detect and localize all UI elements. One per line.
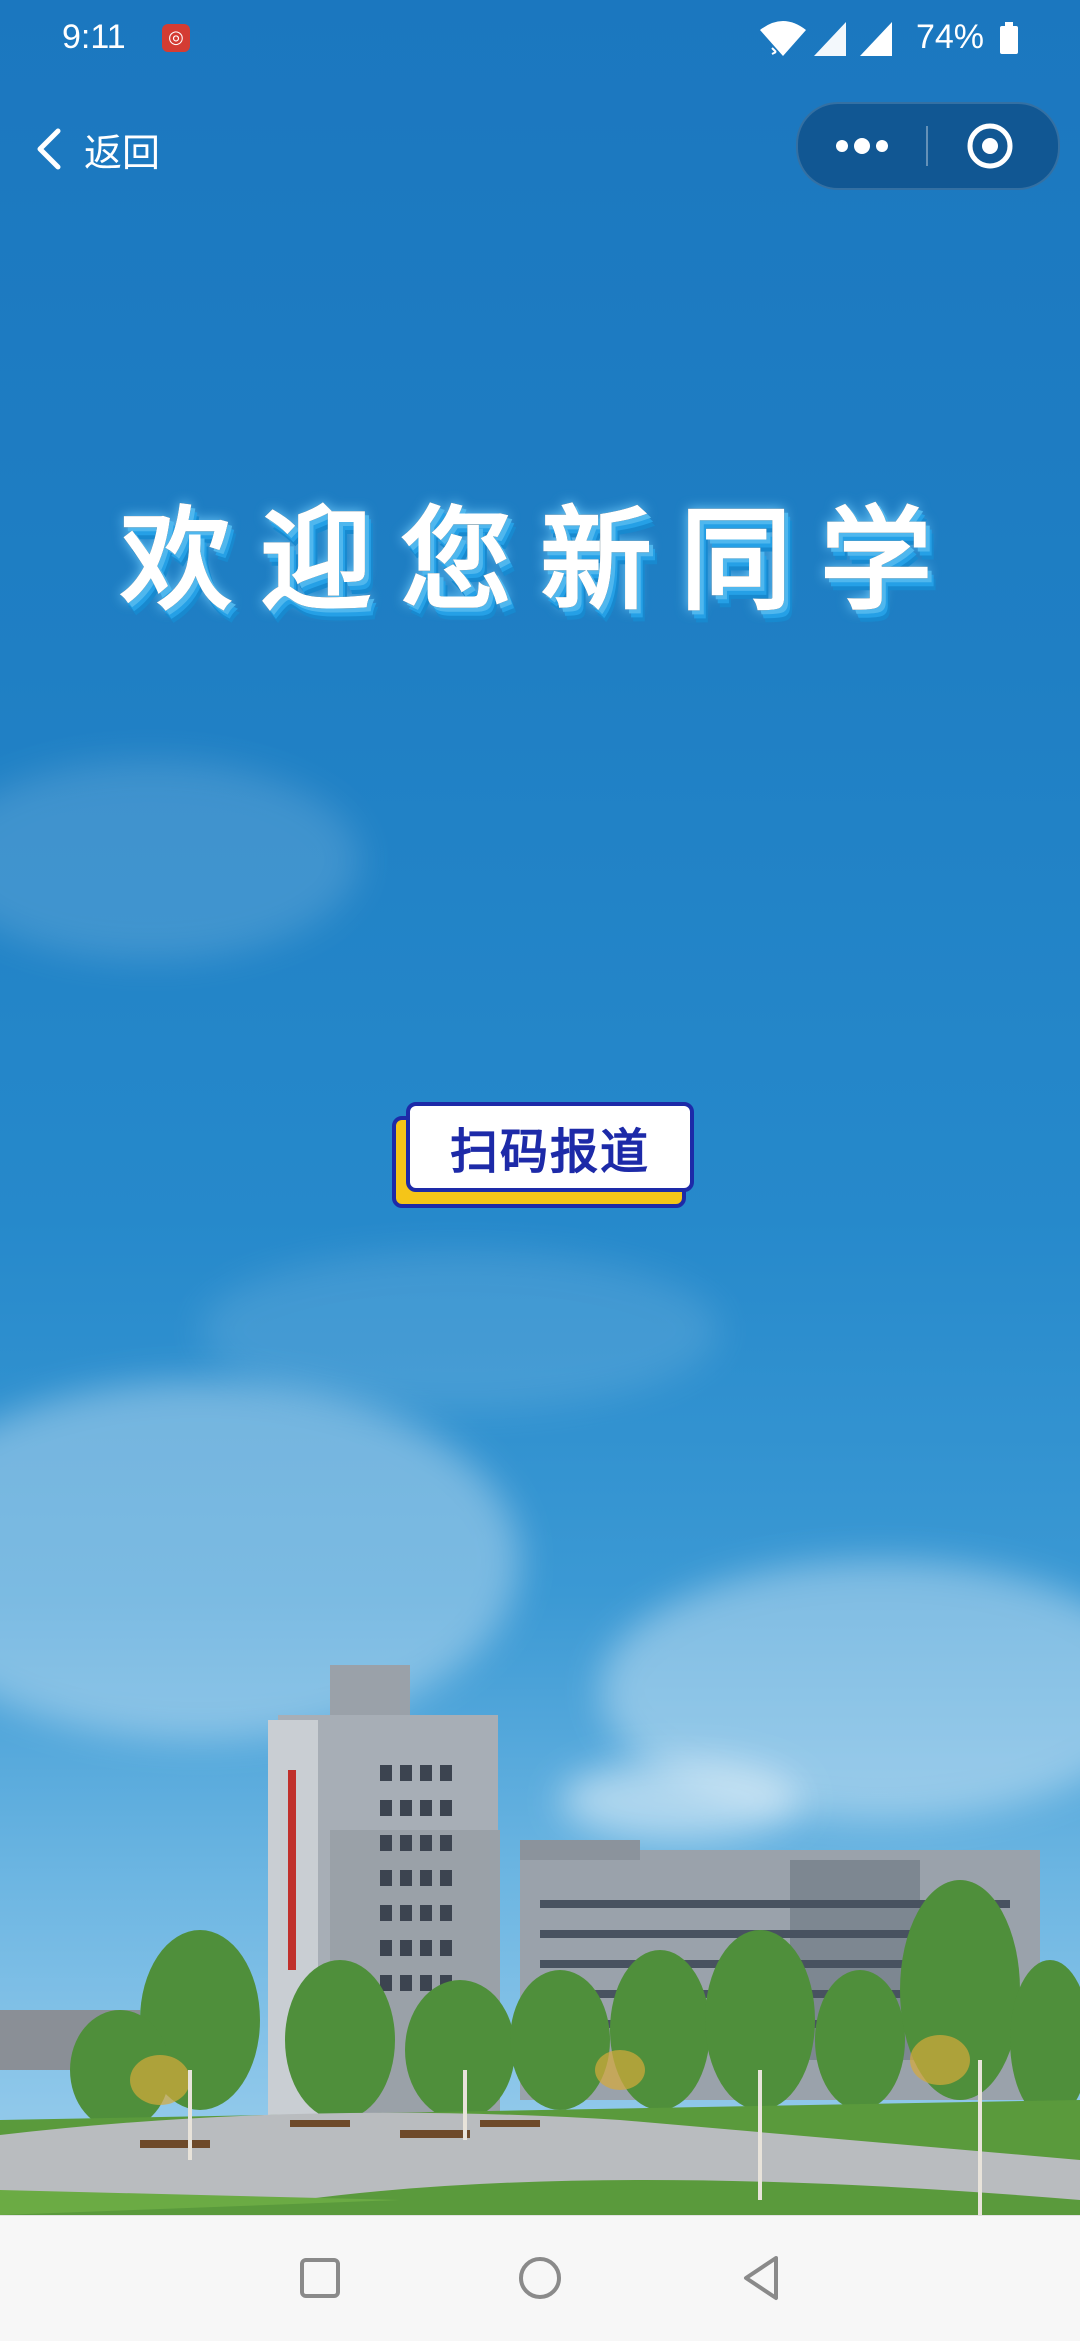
campus-photo bbox=[0, 1665, 1080, 2215]
button-face: 扫码报道 bbox=[406, 1102, 694, 1192]
back-button[interactable]: 返回 bbox=[34, 118, 160, 180]
netease-music-icon: ◎ bbox=[162, 24, 190, 52]
circle-home-icon[interactable] bbox=[508, 2246, 572, 2310]
welcome-headline: 欢迎您新同学 bbox=[120, 496, 960, 626]
cloud bbox=[200, 1250, 720, 1410]
mini-program-capsule bbox=[796, 102, 1060, 190]
chevron-left-icon bbox=[37, 128, 61, 170]
more-dots-icon bbox=[836, 138, 888, 154]
scan-register-label: 扫码报道 bbox=[449, 1124, 650, 1180]
system-nav-bar bbox=[0, 2215, 1080, 2341]
square-recents-icon[interactable] bbox=[288, 2246, 352, 2310]
triangle-back-icon[interactable] bbox=[730, 2246, 794, 2310]
cell-signal-icon bbox=[814, 22, 846, 56]
status-bar: 9:11 ◎ 74% bbox=[0, 0, 1080, 80]
battery-icon bbox=[1000, 22, 1018, 54]
cloud bbox=[0, 760, 360, 960]
back-label: 返回 bbox=[84, 130, 161, 175]
app-screen: 9:11 ◎ 74% 返回 欢迎您新同学 扫码报道 bbox=[0, 0, 1080, 2215]
close-mini-program-button[interactable] bbox=[928, 104, 1058, 188]
scan-register-button[interactable]: 扫码报道 bbox=[392, 1102, 694, 1208]
cell-signal-icon bbox=[860, 22, 892, 56]
target-close-icon bbox=[967, 123, 1013, 169]
battery-percent: 74% bbox=[915, 18, 984, 56]
wifi-icon bbox=[760, 21, 806, 56]
more-button[interactable] bbox=[798, 104, 926, 188]
status-time: 9:11 bbox=[62, 18, 126, 56]
